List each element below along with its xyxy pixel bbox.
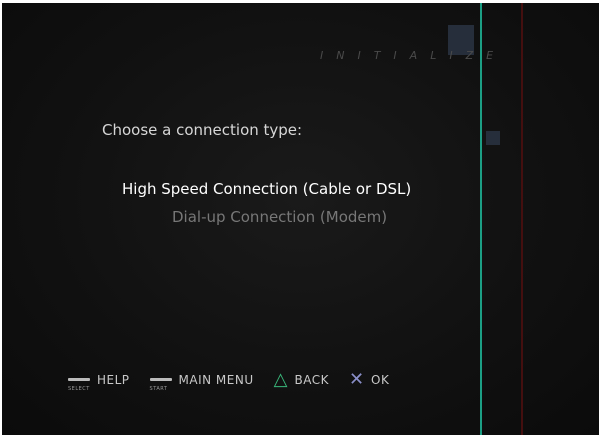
cross-icon: ✕ (348, 369, 365, 390)
option-dial-up[interactable]: Dial-up Connection (Modem) (172, 208, 387, 226)
scan-artifact-line (480, 3, 482, 435)
option-high-speed[interactable]: High Speed Connection (Cable or DSL) (122, 180, 411, 198)
page-title: INITIALIZE (320, 49, 507, 62)
help-label: HELP (97, 373, 130, 387)
main-menu-hint[interactable]: START MAIN MENU (149, 369, 254, 392)
scan-artifact-line-red (521, 3, 523, 435)
select-button-icon: SELECT (68, 369, 90, 392)
ok-hint[interactable]: ✕ OK (349, 371, 389, 389)
main-menu-label: MAIN MENU (178, 373, 254, 387)
triangle-icon: △ (273, 369, 288, 390)
decor-block (486, 131, 500, 145)
help-hint[interactable]: SELECT HELP (68, 369, 130, 392)
back-label: BACK (294, 373, 329, 387)
game-screen: INITIALIZE Choose a connection type: Hig… (2, 3, 599, 435)
back-hint[interactable]: △ BACK (274, 371, 329, 389)
connection-prompt: Choose a connection type: (102, 121, 303, 139)
controller-hints: SELECT HELP START MAIN MENU △ BACK ✕ OK (68, 369, 389, 392)
ok-label: OK (371, 373, 390, 387)
start-button-icon: START (149, 369, 172, 392)
